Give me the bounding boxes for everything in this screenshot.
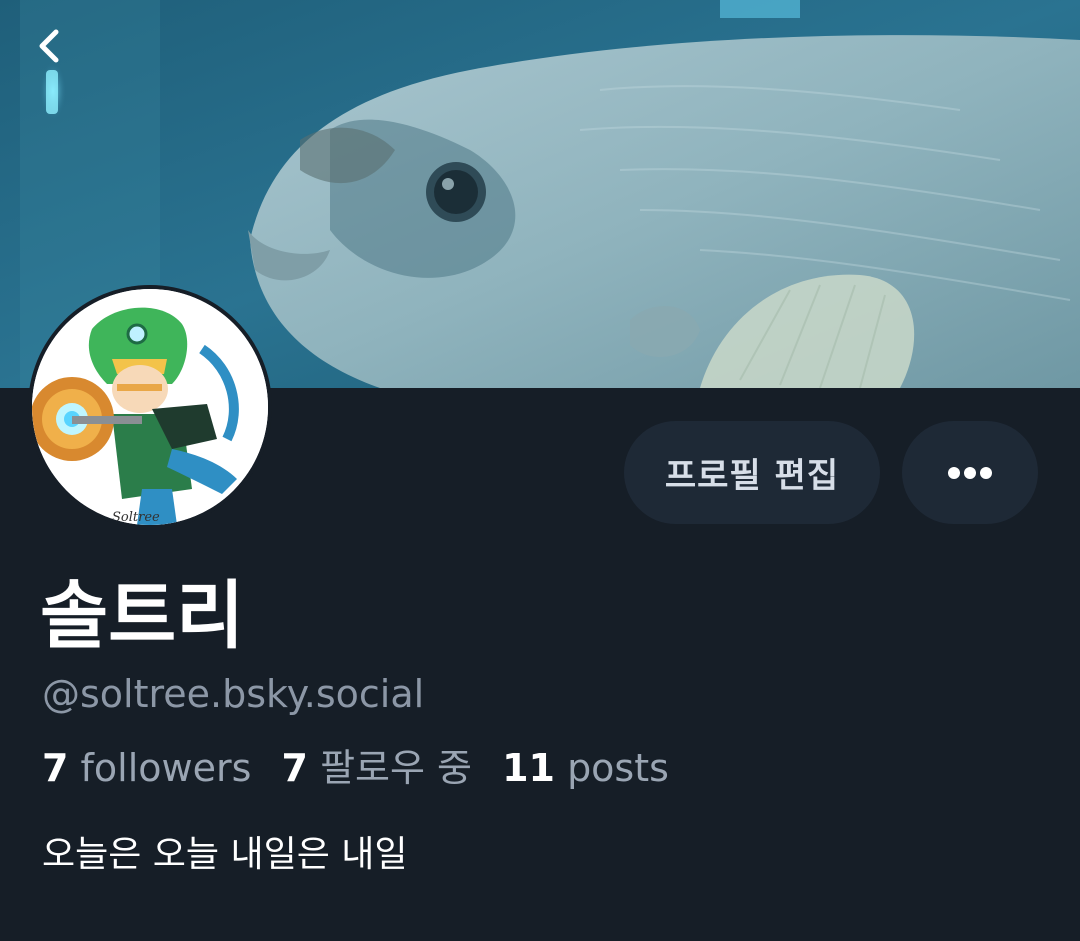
profile-stats: 7 followers 7 팔로우 중 11 posts xyxy=(42,742,687,794)
ellipsis-icon xyxy=(948,466,992,479)
posts-stat: 11 posts xyxy=(502,742,669,794)
profile-handle: @soltree.bsky.social xyxy=(42,672,425,716)
back-button[interactable] xyxy=(22,18,78,74)
followers-link[interactable]: 7 followers xyxy=(42,742,251,794)
avatar-image: Soltree xyxy=(32,289,268,525)
avatar[interactable]: Soltree xyxy=(28,285,272,529)
more-options-button[interactable] xyxy=(902,421,1038,524)
edit-profile-label: 프로필 편집 xyxy=(664,456,840,496)
followers-count: 7 xyxy=(42,746,69,790)
edit-profile-button[interactable]: 프로필 편집 xyxy=(624,421,880,524)
posts-label: posts xyxy=(567,746,669,790)
posts-count: 11 xyxy=(502,746,555,790)
svg-text:Soltree: Soltree xyxy=(112,510,160,525)
chevron-left-icon xyxy=(39,29,59,63)
followers-label: followers xyxy=(80,746,252,790)
profile-bio: 오늘은 오늘 내일은 내일 xyxy=(42,834,408,875)
following-label: 팔로우 중 xyxy=(320,746,472,790)
following-link[interactable]: 7 팔로우 중 xyxy=(282,742,472,794)
display-name: 솔트리 xyxy=(40,573,245,659)
following-count: 7 xyxy=(281,746,308,790)
